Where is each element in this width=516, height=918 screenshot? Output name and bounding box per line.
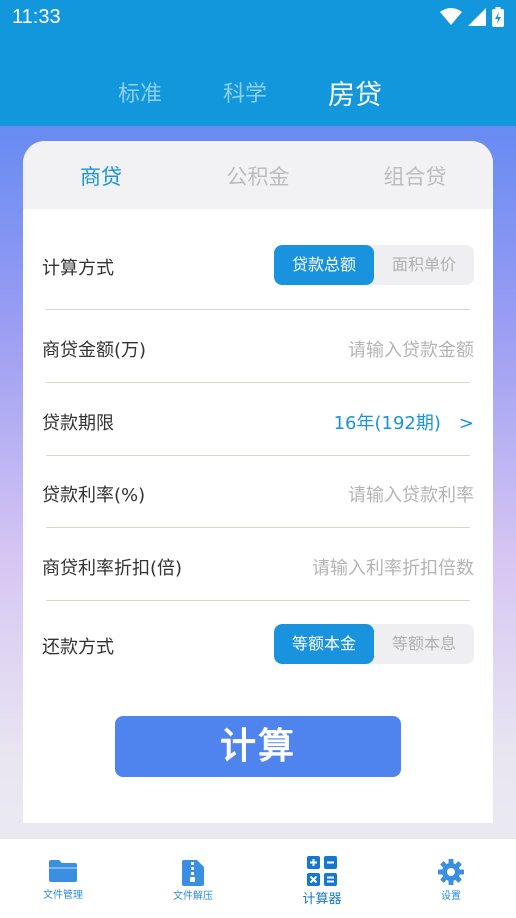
tab-commercial-loan[interactable]: 商贷: [80, 161, 122, 191]
signal-icon: [468, 8, 486, 26]
repay-method-toggle: 等额本金 等额本息: [274, 624, 474, 664]
mode-tabs: 标准 科学 房贷: [0, 73, 516, 112]
nav-label: 文件解压: [173, 891, 213, 902]
app-header: 11:33 标准 科学 房贷: [0, 0, 516, 126]
interest-rate-input[interactable]: 请输入贷款利率: [348, 481, 474, 507]
calc-method-row: 计算方式 贷款总额 面积单价: [23, 245, 493, 285]
rate-discount-row[interactable]: 商贷利率折扣(倍) 请输入利率折扣倍数: [23, 545, 493, 585]
option-equal-principal[interactable]: 等额本金: [274, 624, 374, 664]
chevron-right-icon: >: [458, 413, 474, 434]
divider: [46, 455, 470, 456]
wifi-icon: [440, 8, 462, 25]
option-unit-price[interactable]: 面积单价: [374, 245, 474, 285]
nav-settings[interactable]: 设置: [406, 839, 496, 918]
calculator-icon: [307, 856, 337, 886]
battery-icon: [492, 7, 504, 27]
rate-discount-label: 商贷利率折扣(倍): [42, 558, 183, 579]
nav-label: 设置: [441, 891, 461, 902]
loan-type-tabs: 商贷 公积金 组合贷: [23, 141, 493, 209]
tab-mortgage[interactable]: 房贷: [328, 73, 382, 112]
repay-method-row: 还款方式 等额本金 等额本息: [23, 624, 493, 664]
divider: [46, 600, 470, 601]
loan-term-text: 16年(192期): [333, 413, 441, 434]
loan-term-row[interactable]: 贷款期限 16年(192期) >: [23, 400, 493, 440]
nav-label: 文件管理: [43, 890, 83, 901]
loan-term-label: 贷款期限: [42, 413, 114, 434]
tab-scientific[interactable]: 科学: [223, 76, 267, 108]
calc-method-toggle: 贷款总额 面积单价: [274, 245, 474, 285]
interest-rate-row[interactable]: 贷款利率(%) 请输入贷款利率: [23, 472, 493, 512]
zip-icon: [182, 860, 204, 886]
nav-calculator[interactable]: 计算器: [277, 839, 367, 918]
divider: [46, 527, 470, 528]
loan-term-value[interactable]: 16年(192期) >: [334, 409, 474, 435]
status-icons: [440, 7, 504, 27]
tab-provident-fund[interactable]: 公积金: [227, 161, 290, 191]
nav-label: 计算器: [302, 892, 342, 907]
loan-amount-row[interactable]: 商贷金额(万) 请输入贷款金额: [23, 327, 493, 367]
mortgage-card: 商贷 公积金 组合贷 计算方式 贷款总额 面积单价 商贷金额(万) 请输入贷款金…: [23, 141, 493, 823]
interest-rate-label: 贷款利率(%): [42, 485, 146, 506]
tab-standard[interactable]: 标准: [118, 76, 162, 108]
option-equal-installment[interactable]: 等额本息: [374, 624, 474, 664]
status-time: 11:33: [12, 6, 61, 28]
rate-discount-input[interactable]: 请输入利率折扣倍数: [312, 554, 474, 580]
nav-file-unzip[interactable]: 文件解压: [148, 839, 238, 918]
option-total-amount[interactable]: 贷款总额: [274, 245, 374, 285]
tab-combined-loan[interactable]: 组合贷: [384, 161, 447, 191]
loan-amount-input[interactable]: 请输入贷款金额: [348, 336, 474, 362]
divider: [46, 382, 470, 383]
bottom-nav: 文件管理 文件解压 计算器 设置: [0, 838, 516, 918]
repay-method-label: 还款方式: [42, 637, 114, 658]
loan-amount-label: 商贷金额(万): [42, 340, 147, 361]
folder-icon: [49, 860, 77, 882]
divider: [46, 309, 470, 310]
calc-method-label: 计算方式: [42, 258, 114, 279]
nav-file-manager[interactable]: 文件管理: [18, 839, 108, 918]
gear-icon: [438, 859, 464, 885]
calculate-button[interactable]: 计算: [115, 716, 401, 777]
